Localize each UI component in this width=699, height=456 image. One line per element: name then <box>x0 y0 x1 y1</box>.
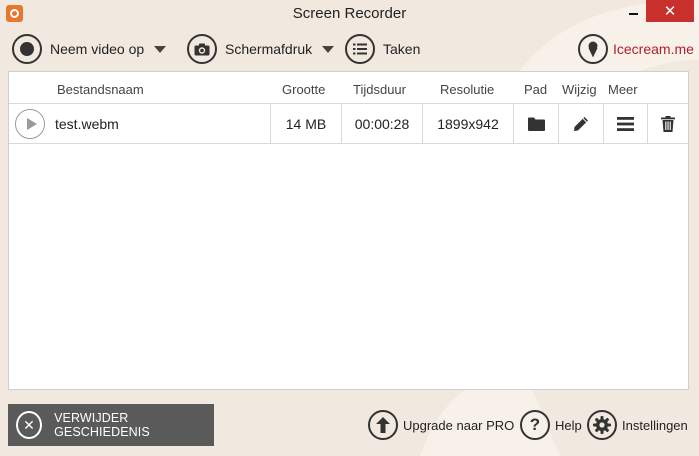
toolbar: Neem video op Schermafdruk Taken Icecrea… <box>0 32 699 66</box>
header-filename: Bestandsnaam <box>57 82 144 97</box>
settings-label: Instellingen <box>622 417 688 433</box>
row-duration-cell: 00:00:28 <box>341 104 422 143</box>
header-more: Meer <box>608 82 638 97</box>
recordings-table: Bestandsnaam Grootte Tijdsduur Resolutie… <box>8 71 689 390</box>
trash-icon <box>661 115 675 132</box>
settings-button[interactable]: Instellingen <box>587 409 688 441</box>
table-row[interactable]: test.webm 14 MB 00:00:28 1899x942 <box>9 104 688 144</box>
upgrade-pro-label: Upgrade naar PRO <box>403 417 515 433</box>
close-icon: ✕ <box>663 3 677 20</box>
checklist-icon <box>345 34 375 64</box>
row-size: 14 MB <box>285 115 327 132</box>
record-icon <box>12 34 42 64</box>
screenshot-button[interactable]: Schermafdruk <box>187 32 335 66</box>
header-resolution: Resolutie <box>440 82 495 97</box>
record-video-button[interactable]: Neem video op <box>12 32 167 66</box>
brand-label: Icecream.me <box>613 41 694 57</box>
row-resolution: 1899x942 <box>437 115 499 132</box>
upgrade-pro-button[interactable]: Upgrade naar PRO <box>368 409 514 441</box>
help-button[interactable]: ? Help <box>520 409 582 441</box>
record-video-label: Neem video op <box>50 41 145 57</box>
ice-cream-icon <box>578 34 608 64</box>
close-button[interactable]: ✕ <box>646 0 694 22</box>
camera-icon <box>187 34 217 64</box>
header-edit: Wijzig <box>562 82 597 97</box>
header-duration: Tijdsduur <box>353 82 406 97</box>
header-path: Pad <box>524 82 548 97</box>
header-size: Grootte <box>282 82 326 97</box>
row-resolution-cell: 1899x942 <box>422 104 513 143</box>
delete-button[interactable] <box>647 104 688 143</box>
title-bar: Screen Recorder ✕ <box>0 0 699 28</box>
help-icon: ? <box>520 410 550 440</box>
help-label: Help <box>555 417 582 433</box>
clear-history-label: VERWIJDER GESCHIEDENIS <box>54 411 150 439</box>
icecream-brand-link[interactable]: Icecream.me <box>578 32 694 66</box>
tasks-label: Taken <box>383 41 421 57</box>
more-menu-button[interactable] <box>603 104 647 143</box>
close-circle-icon: ✕ <box>16 411 43 439</box>
minimize-button[interactable] <box>619 0 647 22</box>
row-duration: 00:00:28 <box>354 115 410 132</box>
play-icon[interactable] <box>15 109 45 139</box>
chevron-down-icon[interactable] <box>322 45 335 53</box>
open-folder-button[interactable] <box>513 104 558 143</box>
tasks-button[interactable]: Taken <box>345 32 420 66</box>
row-size-cell: 14 MB <box>270 104 341 143</box>
table-header: Bestandsnaam Grootte Tijdsduur Resolutie… <box>9 72 688 104</box>
gear-icon <box>587 410 617 440</box>
chevron-down-icon[interactable] <box>154 45 167 53</box>
arrow-up-icon <box>368 410 398 440</box>
folder-icon <box>527 117 545 131</box>
clear-history-button[interactable]: ✕ VERWIJDER GESCHIEDENIS <box>8 404 214 446</box>
row-filename: test.webm <box>55 116 119 132</box>
pencil-icon <box>574 116 588 131</box>
hamburger-menu-icon <box>617 116 634 131</box>
edit-button[interactable] <box>558 104 603 143</box>
window-title: Screen Recorder <box>292 5 407 22</box>
screenshot-label: Schermafdruk <box>225 41 313 57</box>
